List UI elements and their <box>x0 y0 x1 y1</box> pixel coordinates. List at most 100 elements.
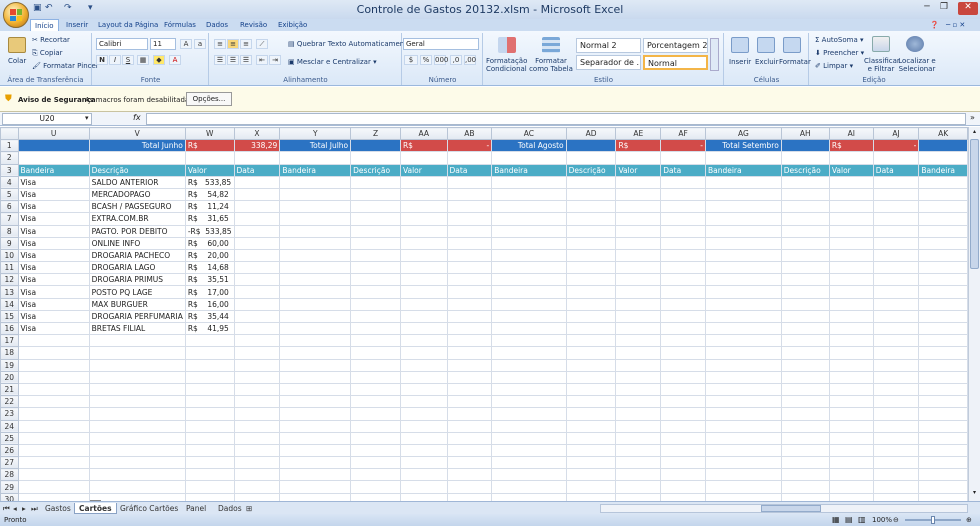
cell[interactable] <box>491 346 567 360</box>
cell[interactable] <box>660 273 706 287</box>
cell[interactable] <box>828 419 874 433</box>
cell[interactable] <box>615 236 662 250</box>
cell[interactable] <box>660 224 706 238</box>
cell[interactable] <box>491 431 567 445</box>
cell[interactable]: Visa <box>17 248 90 263</box>
cell[interactable] <box>184 151 235 165</box>
cell[interactable] <box>88 370 186 384</box>
cell[interactable] <box>565 297 617 311</box>
cell[interactable] <box>615 321 662 336</box>
cell[interactable] <box>279 273 352 287</box>
cell[interactable] <box>660 236 706 250</box>
cell[interactable] <box>491 309 567 324</box>
cell[interactable] <box>704 358 782 372</box>
cell[interactable] <box>279 370 352 384</box>
cell[interactable] <box>918 309 968 324</box>
cell[interactable] <box>615 468 662 482</box>
cell[interactable] <box>399 382 448 397</box>
cell[interactable]: R$ 20,00 <box>184 248 235 263</box>
cell[interactable] <box>446 407 493 421</box>
align-top-icon[interactable]: ≡ <box>214 39 226 49</box>
cell[interactable] <box>279 443 352 458</box>
grow-font-icon[interactable]: A <box>180 39 192 49</box>
cell[interactable] <box>828 346 874 360</box>
cell[interactable] <box>872 236 920 250</box>
cell[interactable]: Visa <box>17 236 90 250</box>
wrap-text-button[interactable]: ▤ Quebrar Texto Automaticamente <box>288 40 411 48</box>
cell[interactable] <box>660 480 706 494</box>
cell[interactable] <box>446 321 493 336</box>
cell[interactable] <box>615 395 662 409</box>
cell[interactable] <box>660 187 706 202</box>
cell[interactable] <box>446 480 493 494</box>
column-header-V[interactable]: V <box>88 127 186 141</box>
column-header-AC[interactable]: AC <box>491 127 567 141</box>
underline-icon[interactable]: S <box>122 55 134 65</box>
cell[interactable]: DROGARIA PERFUMARIA <box>88 309 186 324</box>
cell[interactable] <box>184 419 235 433</box>
cell[interactable]: EXTRA.COM.BR <box>88 212 186 226</box>
cell[interactable] <box>491 419 567 433</box>
cell[interactable] <box>350 407 401 421</box>
cell[interactable]: Visa <box>17 175 90 189</box>
cell[interactable] <box>399 321 448 336</box>
cell[interactable] <box>233 492 281 501</box>
cell[interactable] <box>350 236 401 250</box>
number-format-select[interactable]: Geral <box>403 38 479 50</box>
autosum-button[interactable]: Σ AutoSoma ▾ <box>815 36 864 44</box>
cell[interactable] <box>279 334 352 348</box>
cell[interactable] <box>565 309 617 324</box>
cell[interactable] <box>233 236 281 250</box>
cell[interactable] <box>780 443 830 458</box>
cell[interactable] <box>918 187 968 202</box>
cell[interactable] <box>780 297 830 311</box>
cell[interactable] <box>446 358 493 372</box>
worksheet-grid[interactable]: U V W X Y Z AA AB AC AD AE AF AG AH AI AJ AK 1 Total Junho… <box>0 127 968 501</box>
conditional-formatting-button[interactable]: Formatação Condicional <box>486 57 527 73</box>
cell[interactable] <box>88 431 186 445</box>
cell[interactable] <box>918 261 968 275</box>
cell[interactable]: Bandeira <box>279 163 352 177</box>
cell[interactable] <box>279 236 352 250</box>
cell[interactable] <box>565 248 617 263</box>
column-header-AE[interactable]: AE <box>615 127 662 141</box>
cell[interactable] <box>399 187 448 202</box>
cell[interactable] <box>350 382 401 397</box>
format-as-table-button[interactable]: Formatar como Tabela <box>528 57 574 73</box>
cell[interactable] <box>399 151 448 165</box>
cell[interactable] <box>491 175 567 189</box>
cell[interactable] <box>565 187 617 202</box>
align-right-icon[interactable]: ☰ <box>240 55 252 65</box>
cell[interactable] <box>704 309 782 324</box>
cell[interactable] <box>828 187 874 202</box>
cell[interactable] <box>350 468 401 482</box>
cell[interactable] <box>704 492 782 501</box>
cell[interactable] <box>615 273 662 287</box>
cell[interactable] <box>184 492 235 501</box>
orientation-icon[interactable]: ⟋ <box>256 39 268 49</box>
cell[interactable] <box>704 200 782 214</box>
cell[interactable]: R$ 17,00 <box>184 285 235 299</box>
cell[interactable]: R$ 11,24 <box>184 200 235 214</box>
cell[interactable] <box>350 175 401 189</box>
cell[interactable] <box>88 456 186 470</box>
cell[interactable] <box>279 224 352 238</box>
cell[interactable] <box>279 187 352 202</box>
page-break-icon[interactable]: ▥ <box>858 514 866 526</box>
function-icon[interactable]: fx <box>133 113 141 122</box>
cell[interactable] <box>565 480 617 494</box>
cell[interactable]: Data <box>660 163 706 177</box>
cell[interactable] <box>350 395 401 409</box>
cell[interactable] <box>828 321 874 336</box>
cell[interactable]: Visa <box>17 285 90 299</box>
cell[interactable] <box>615 431 662 445</box>
cell[interactable] <box>491 187 567 202</box>
cell[interactable] <box>350 248 401 263</box>
cell[interactable] <box>399 224 448 238</box>
cell[interactable] <box>565 443 617 458</box>
column-header-W[interactable]: W <box>184 127 235 141</box>
cell[interactable] <box>918 480 968 494</box>
column-header-AA[interactable]: AA <box>399 127 448 141</box>
cell[interactable]: DROGARIA LAGO <box>88 261 186 275</box>
cell[interactable] <box>491 321 567 336</box>
